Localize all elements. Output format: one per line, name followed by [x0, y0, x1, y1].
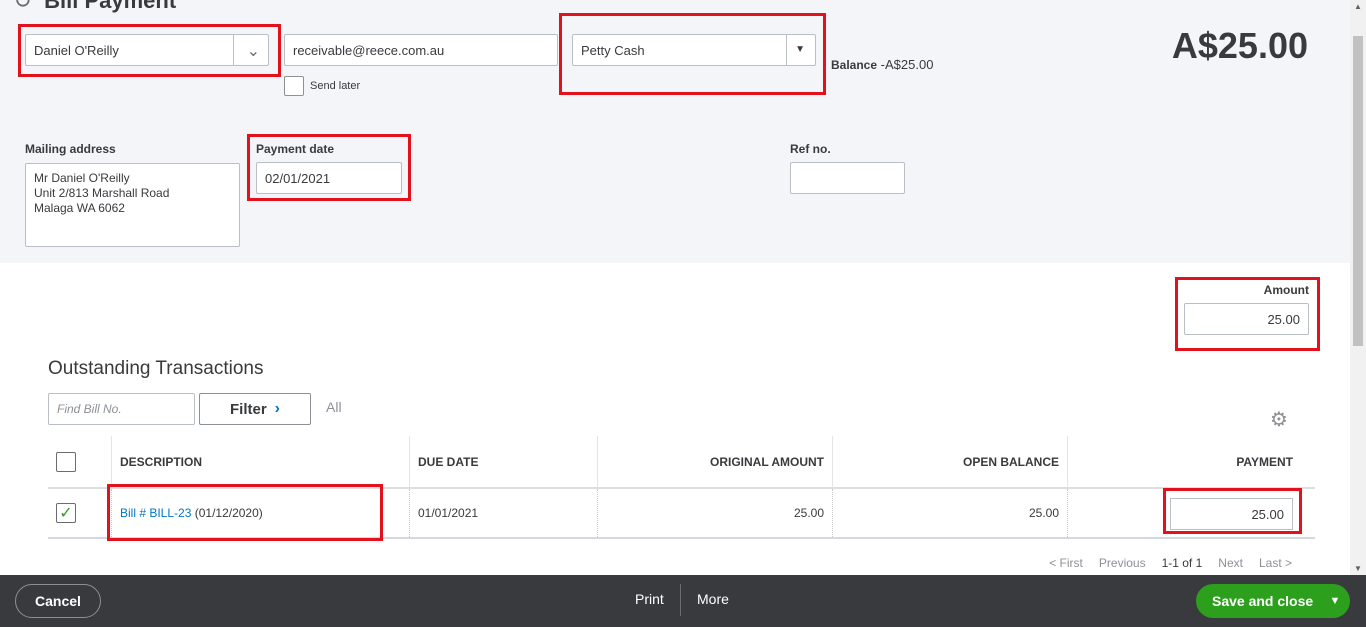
open-balance-cell: 25.00 — [1028, 506, 1059, 520]
row-checkbox[interactable]: ✓ — [56, 503, 76, 523]
amount-value: 25.00 — [1267, 311, 1300, 327]
email-field[interactable]: receivable@reece.com.au — [284, 34, 558, 66]
header-area: ↺ Bill Payment Daniel O'Reilly ⌄ receiva… — [0, 0, 1350, 263]
address-line: Mr Daniel O'Reilly — [34, 171, 130, 185]
page-title-text: Bill Payment — [44, 0, 177, 13]
print-button[interactable]: Print — [635, 591, 664, 607]
payment-value: 25.00 — [1251, 506, 1284, 522]
balance-label: Balance — [831, 58, 878, 72]
find-bill-input[interactable]: Find Bill No. — [48, 393, 195, 425]
mailing-address-label: Mailing address — [25, 142, 116, 156]
pager-first[interactable]: < First — [1049, 556, 1083, 570]
ref-no-label: Ref no. — [790, 142, 831, 156]
bill-payment-page: ↺ Bill Payment Daniel O'Reilly ⌄ receiva… — [0, 0, 1366, 627]
save-and-close-label: Save and close — [1212, 593, 1314, 609]
scroll-up-icon[interactable]: ▲ — [1354, 2, 1362, 11]
payee-value: Daniel O'Reilly — [34, 42, 119, 58]
select-all-checkbox[interactable] — [56, 451, 76, 472]
column-divider — [111, 489, 112, 537]
footer-divider — [680, 584, 681, 616]
payment-date-field[interactable]: 02/01/2021 — [256, 162, 402, 194]
amount-label: Amount — [1263, 283, 1309, 297]
more-button[interactable]: More — [697, 591, 729, 607]
column-header-open-balance[interactable]: OPEN BALANCE — [832, 436, 1059, 487]
column-divider — [409, 489, 410, 537]
filter-all-label: All — [326, 399, 342, 415]
due-date-cell: 01/01/2021 — [418, 506, 479, 520]
address-line: Malaga WA 6062 — [34, 201, 125, 215]
description-cell: Bill # BILL-23 (01/12/2020) — [120, 489, 263, 537]
scroll-down-icon[interactable]: ▼ — [1354, 564, 1362, 573]
outstanding-table: DESCRIPTION DUE DATE ORIGINAL AMOUNT OPE… — [48, 436, 1315, 539]
ref-no-field[interactable] — [790, 162, 905, 194]
payment-account-value: Petty Cash — [581, 42, 645, 58]
column-header-original-amount[interactable]: ORIGINAL AMOUNT — [597, 436, 824, 487]
select-all-cell — [56, 436, 96, 487]
outstanding-transactions-title: Outstanding Transactions — [48, 358, 264, 379]
footer-bar: Cancel Print More Save and close ▼ — [0, 575, 1366, 627]
payment-date-label: Payment date — [256, 142, 335, 156]
payee-select[interactable]: Daniel O'Reilly ⌄ — [25, 34, 269, 66]
email-value: receivable@reece.com.au — [293, 42, 445, 58]
column-header-payment[interactable]: PAYMENT — [1067, 436, 1293, 487]
account-balance: Balance -A$25.00 — [831, 57, 933, 72]
vertical-scrollbar[interactable]: ▲ ▼ — [1350, 0, 1366, 575]
original-amount-cell: 25.00 — [793, 506, 824, 520]
select-divider — [233, 35, 234, 65]
bill-link[interactable]: Bill # BILL-23 — [120, 506, 191, 520]
column-divider — [1067, 489, 1068, 537]
chevron-right-icon: › — [274, 400, 280, 417]
chevron-down-icon[interactable]: ⌄ — [247, 41, 260, 61]
save-and-close-button[interactable]: Save and close ▼ — [1196, 584, 1350, 618]
payment-input[interactable]: 25.00 — [1170, 498, 1293, 530]
amount-field[interactable]: 25.00 — [1184, 303, 1309, 335]
total-amount: A$25.00 — [1171, 25, 1308, 66]
history-icon[interactable]: ↺ — [14, 0, 38, 14]
cancel-button[interactable]: Cancel — [15, 584, 101, 618]
column-header-due-date[interactable]: DUE DATE — [418, 436, 478, 487]
pagination: < First Previous 1-1 of 1 Next Last > — [1049, 556, 1292, 570]
pager-range: 1-1 of 1 — [1161, 556, 1203, 570]
mailing-address-field[interactable]: Mr Daniel O'Reilly Unit 2/813 Marshall R… — [25, 163, 240, 247]
filter-button[interactable]: Filter › — [199, 393, 311, 425]
page-title: ↺ Bill Payment — [14, 0, 176, 14]
bill-date: (01/12/2020) — [194, 506, 263, 520]
column-divider — [409, 436, 410, 487]
pager-last[interactable]: Last > — [1259, 556, 1292, 570]
find-bill-placeholder: Find Bill No. — [57, 402, 122, 416]
filter-label: Filter — [229, 400, 267, 418]
select-divider — [786, 35, 787, 65]
payment-date-value: 02/01/2021 — [265, 170, 331, 186]
pager-previous[interactable]: Previous — [1099, 556, 1146, 570]
column-header-description[interactable]: DESCRIPTION — [120, 436, 202, 487]
scrollbar-thumb[interactable] — [1353, 36, 1363, 346]
column-divider — [111, 436, 112, 487]
balance-value: -A$25.00 — [880, 57, 934, 72]
payment-account-select[interactable]: Petty Cash ▼ — [572, 34, 816, 66]
row-select-cell: ✓ — [56, 489, 96, 537]
caret-down-icon[interactable]: ▼ — [795, 44, 805, 55]
send-later-label: Send later — [310, 80, 361, 92]
checkmark-icon: ✓ — [59, 505, 73, 522]
address-line: Unit 2/813 Marshall Road — [34, 186, 170, 200]
pager-next[interactable]: Next — [1218, 556, 1243, 570]
caret-down-icon[interactable]: ▼ — [1320, 595, 1350, 607]
gear-icon[interactable]: ⚙ — [1270, 407, 1288, 432]
send-later-checkbox[interactable] — [284, 76, 304, 96]
table-header: DESCRIPTION DUE DATE ORIGINAL AMOUNT OPE… — [48, 436, 1315, 489]
table-row[interactable]: ✓ Bill # BILL-23 (01/12/2020) 01/01/2021… — [48, 489, 1315, 539]
